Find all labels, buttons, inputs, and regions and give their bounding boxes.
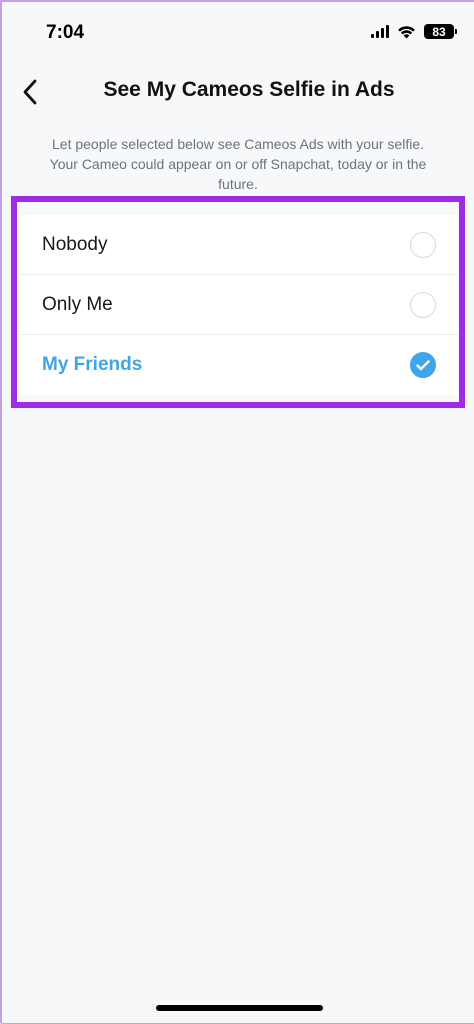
option-my-friends[interactable]: My Friends bbox=[20, 335, 458, 395]
battery-icon: 83 bbox=[424, 24, 457, 39]
radio-unchecked-icon[interactable] bbox=[410, 291, 436, 318]
status-time: 7:04 bbox=[46, 22, 85, 43]
description-text: Let people selected below see Cameos Ads… bbox=[49, 136, 427, 192]
checkmark-icon[interactable] bbox=[410, 352, 436, 378]
status-bar: 7:04 83 bbox=[2, 2, 474, 64]
status-icons: 83 bbox=[371, 24, 457, 39]
wifi-icon bbox=[397, 25, 416, 39]
radio-unchecked-icon[interactable] bbox=[410, 231, 436, 258]
page-title: See My Cameos Selfie in Ads bbox=[103, 78, 395, 101]
nav-header: See My Cameos Selfie in Ads bbox=[2, 64, 474, 118]
option-only-me[interactable]: Only Me bbox=[20, 275, 458, 335]
option-label: My Friends bbox=[42, 354, 143, 375]
home-indicator bbox=[156, 1005, 323, 1011]
option-label: Nobody bbox=[42, 233, 108, 255]
back-button[interactable] bbox=[10, 72, 50, 112]
cellular-signal-icon bbox=[371, 25, 389, 38]
chevron-left-icon bbox=[23, 79, 37, 105]
option-label: Only Me bbox=[42, 293, 113, 315]
option-nobody[interactable]: Nobody bbox=[20, 215, 458, 275]
options-list: Nobody Only Me My Friends bbox=[20, 215, 458, 395]
battery-level: 83 bbox=[432, 24, 446, 39]
